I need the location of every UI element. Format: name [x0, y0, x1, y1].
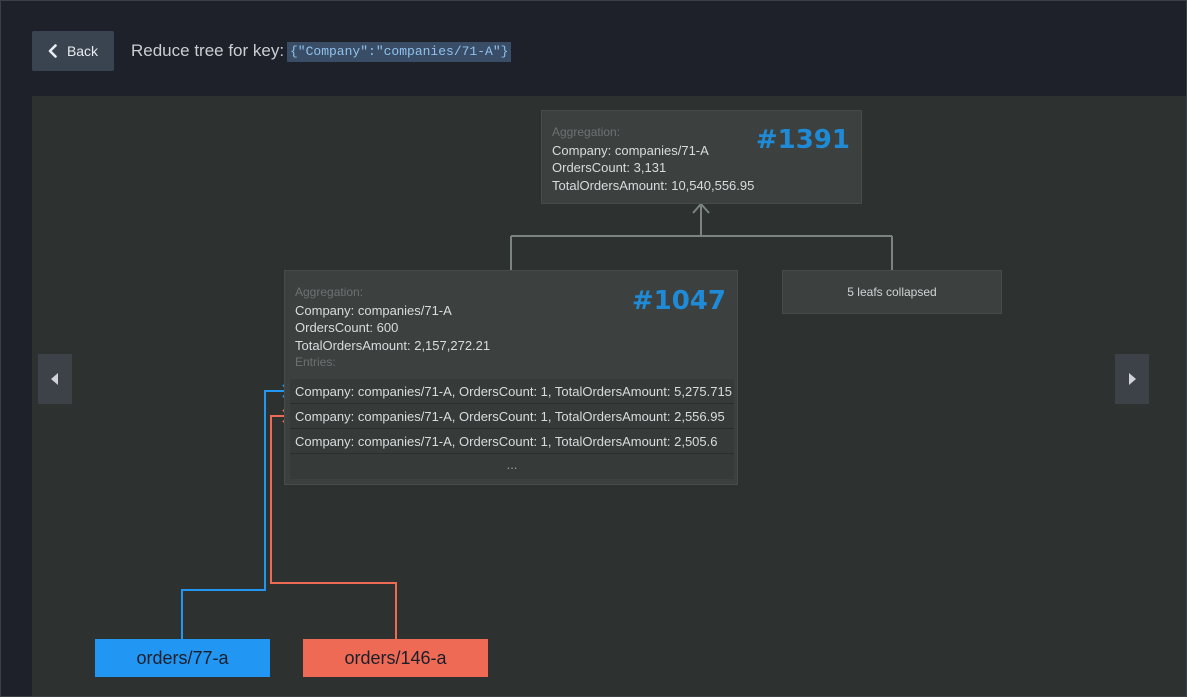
- header: Back Reduce tree for key: {"Company":"co…: [0, 0, 1187, 96]
- entry-row[interactable]: Company: companies/71-A, OrdersCount: 1,…: [290, 379, 734, 404]
- chevron-left-icon: [48, 44, 57, 58]
- node-id: #1047: [631, 286, 726, 316]
- scroll-right-button[interactable]: [1115, 354, 1149, 404]
- node-id: #1391: [755, 125, 850, 155]
- scroll-left-button[interactable]: [38, 354, 72, 404]
- orders-count-value: OrdersCount: 3,131: [552, 160, 667, 175]
- triangle-left-icon: [51, 373, 58, 385]
- child-aggregation-node[interactable]: Aggregation: Company: companies/71-A Ord…: [284, 270, 738, 485]
- document-orders-77-a[interactable]: orders/77-a: [95, 639, 270, 677]
- entries-label: Entries:: [295, 355, 336, 369]
- total-orders-amount-value: TotalOrdersAmount: 2,157,272.21: [295, 337, 491, 353]
- collapsed-leafs-node[interactable]: 5 leafs collapsed: [782, 270, 1002, 314]
- key-badge: {"Company":"companies/71-A"}: [287, 42, 512, 62]
- root-aggregation-node[interactable]: Aggregation: Company: companies/71-A Ord…: [541, 110, 862, 204]
- orders-count-value: OrdersCount: 600: [295, 320, 399, 335]
- document-orders-146-a[interactable]: orders/146-a: [303, 639, 488, 677]
- entry-row[interactable]: Company: companies/71-A, OrdersCount: 1,…: [290, 429, 734, 454]
- back-button[interactable]: Back: [32, 31, 114, 71]
- entries-more[interactable]: ...: [290, 454, 734, 479]
- page-title: Reduce tree for key:: [131, 41, 285, 60]
- total-orders-amount-value: TotalOrdersAmount: 10,540,556.95: [552, 177, 755, 193]
- entry-row[interactable]: Company: companies/71-A, OrdersCount: 1,…: [290, 404, 734, 429]
- back-button-label: Back: [66, 43, 99, 59]
- triangle-right-icon: [1129, 373, 1136, 385]
- entries-list: Company: companies/71-A, OrdersCount: 1,…: [290, 379, 734, 479]
